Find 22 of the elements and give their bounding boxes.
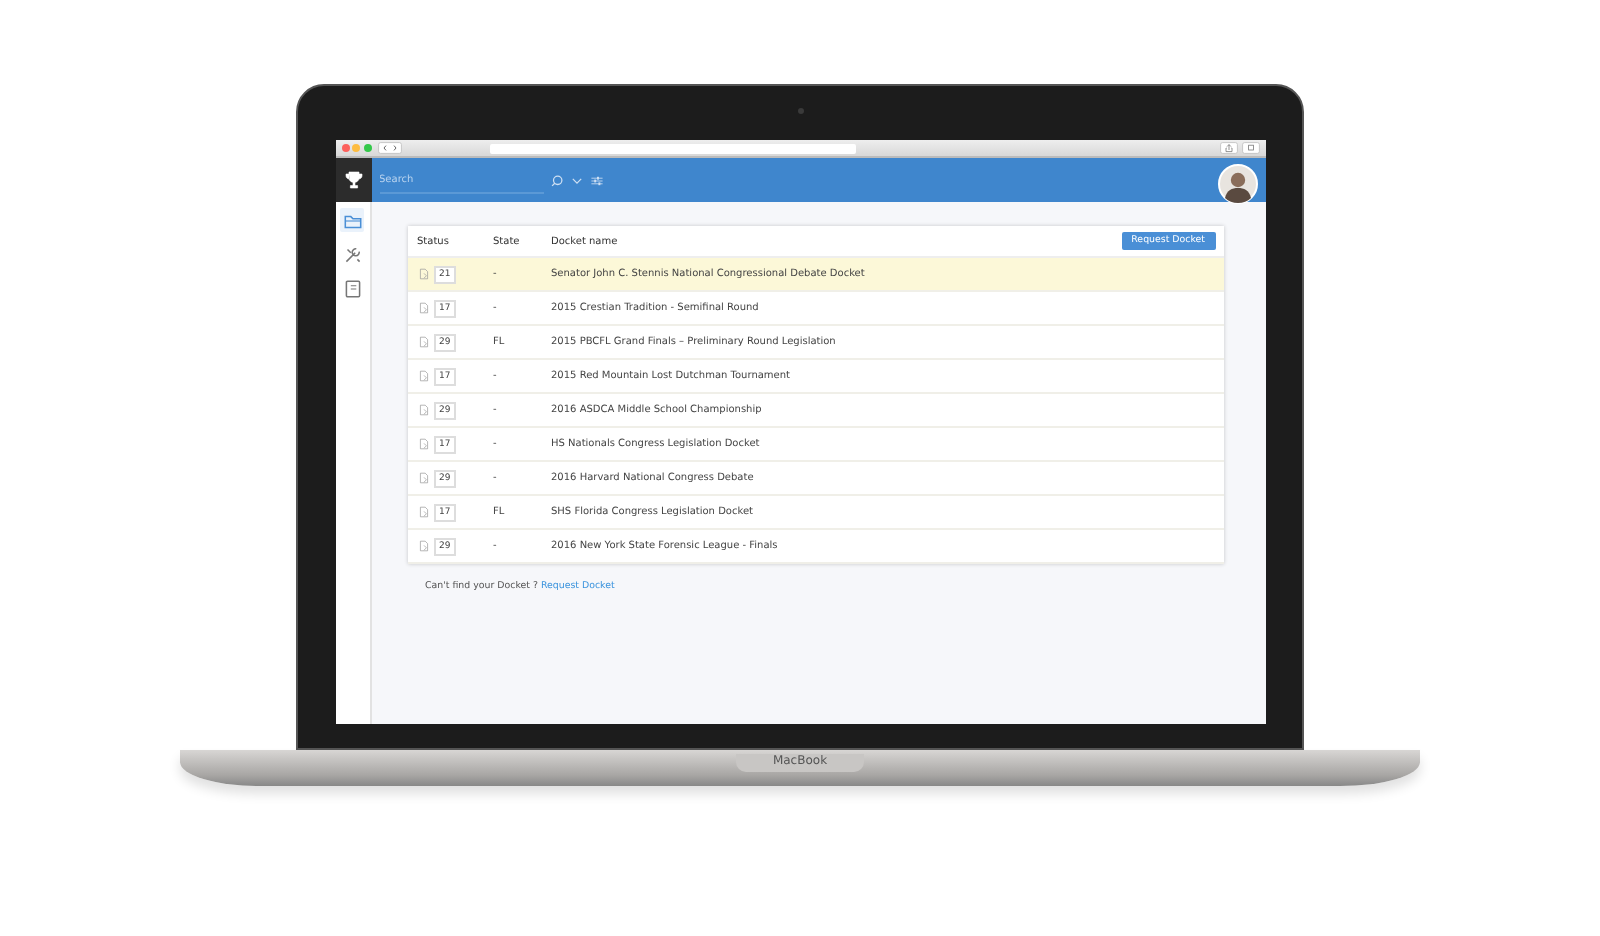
document-icon (417, 302, 429, 314)
document-icon (417, 370, 429, 382)
back-forward-icon[interactable] (378, 142, 402, 154)
document-icon (417, 404, 429, 416)
document-icon (417, 540, 429, 552)
document-icon (417, 336, 429, 348)
folder-icon[interactable] (340, 208, 364, 232)
trophy-icon[interactable] (335, 158, 371, 202)
close-icon[interactable] (341, 144, 349, 152)
share-icon[interactable] (1220, 142, 1238, 154)
document-icon (417, 472, 429, 484)
document-icon (417, 438, 429, 450)
filter-icon[interactable] (589, 173, 603, 187)
document-icon (417, 506, 429, 518)
tabs-icon[interactable] (1241, 142, 1259, 154)
book-icon[interactable] (340, 276, 364, 300)
search-icon[interactable] (549, 173, 563, 187)
document-icon (417, 268, 429, 280)
tools-icon[interactable] (340, 242, 364, 266)
chevron-down-icon[interactable] (569, 173, 583, 187)
avatar[interactable] (1217, 164, 1257, 204)
maximize-icon[interactable] (363, 144, 371, 152)
